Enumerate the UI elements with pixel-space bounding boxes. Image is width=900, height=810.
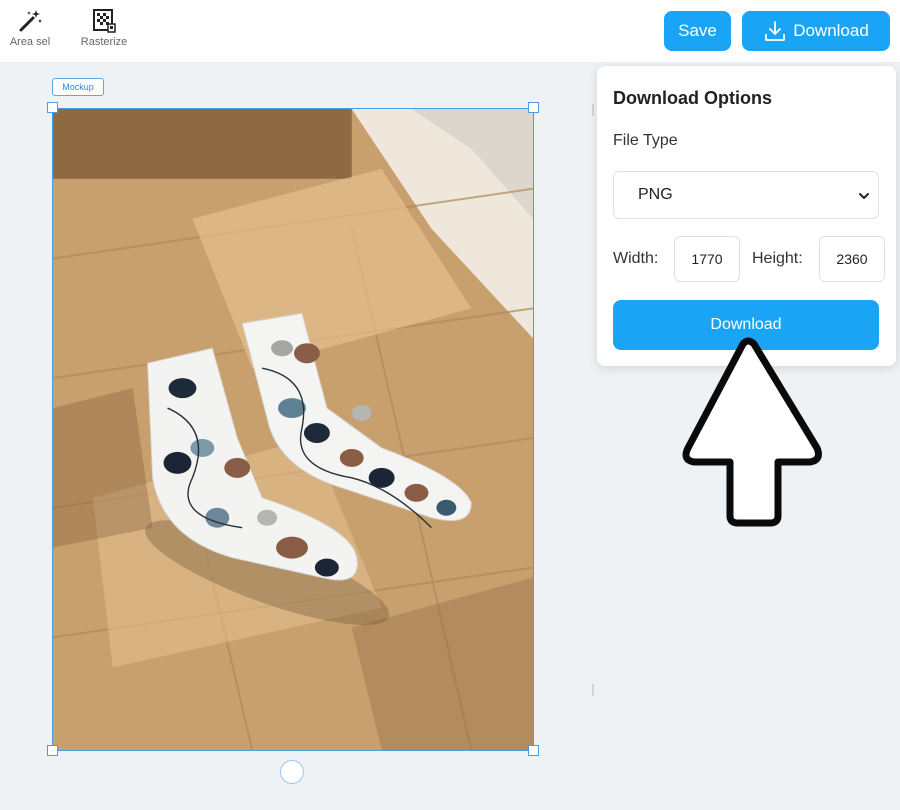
rasterize-icon (93, 9, 116, 33)
rasterize-label: Rasterize (80, 36, 128, 48)
resize-handle-top-left[interactable] (47, 102, 58, 113)
magic-wand-icon (19, 10, 42, 32)
mockup-image[interactable] (52, 108, 534, 751)
download-options-panel: Download Options File Type PNG Width: 17… (597, 66, 896, 366)
panel-title: Download Options (613, 88, 772, 108)
height-input[interactable]: 2360 (819, 236, 885, 282)
top-toolbar: Area sel Rasterize Save Download (0, 0, 900, 62)
area-select-tool[interactable]: Area sel (0, 8, 60, 48)
rotate-handle[interactable] (280, 760, 304, 784)
resize-handle-top-right[interactable] (528, 102, 539, 113)
side-marker-bottom (592, 684, 594, 696)
side-marker-top (592, 104, 594, 116)
file-type-value: PNG (638, 186, 673, 203)
width-label: Width: (613, 250, 659, 267)
resize-handle-bottom-right[interactable] (528, 745, 539, 756)
layer-tag[interactable]: Mockup (52, 78, 104, 96)
pointer-arrow-icon (682, 337, 822, 527)
download-icon (765, 21, 786, 41)
height-label: Height: (752, 250, 803, 267)
chevron-down-icon (859, 193, 869, 199)
resize-handle-bottom-left[interactable] (47, 745, 58, 756)
save-button[interactable]: Save (664, 11, 731, 51)
file-type-label: File Type (613, 132, 678, 149)
download-button[interactable]: Download (742, 11, 890, 51)
download-button-label: Download (793, 21, 869, 40)
width-input[interactable]: 1770 (674, 236, 740, 282)
socks-photo (53, 109, 533, 750)
file-type-select[interactable]: PNG (613, 171, 879, 219)
rasterize-tool[interactable]: Rasterize (74, 8, 134, 48)
area-select-label: Area sel (9, 36, 51, 48)
